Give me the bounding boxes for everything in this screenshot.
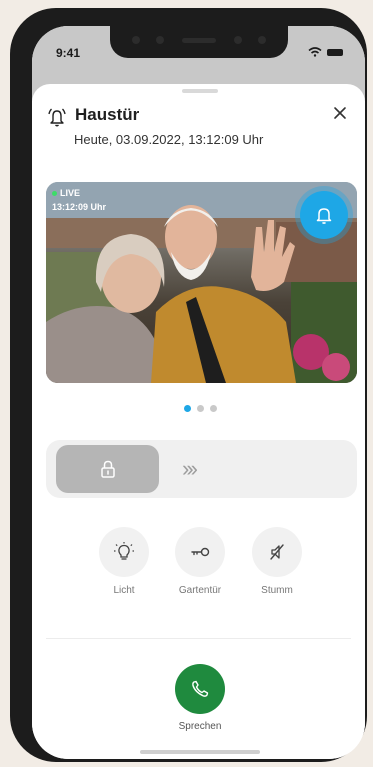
app-screen: 9:41 Haustür Heute, 03.09.2022, 13:12:09… [32, 26, 365, 759]
talk-label: Sprechen [178, 721, 222, 732]
pager-dot[interactable] [210, 405, 217, 412]
mute-label: Stumm [261, 585, 293, 596]
lightbulb-icon [114, 542, 134, 560]
wifi-icon [308, 47, 322, 57]
battery-icon [327, 48, 343, 56]
sensor-icon [132, 36, 140, 44]
garden-door-action[interactable]: Gartentür [165, 527, 235, 596]
home-indicator[interactable] [140, 750, 260, 754]
light-label: Licht [113, 585, 135, 596]
bell-ringing-icon [48, 108, 66, 127]
pager-dot[interactable] [197, 405, 204, 412]
mute-action[interactable]: Stumm [242, 527, 312, 596]
video-feed[interactable]: LIVE 13:12:09 Uhr [46, 182, 357, 383]
speaker-grill [182, 38, 216, 43]
talk-button[interactable] [175, 664, 225, 714]
slide-arrows-icon: ››› [182, 456, 198, 481]
key-icon [191, 547, 210, 557]
camera-notch [110, 26, 288, 58]
status-time: 9:41 [56, 46, 81, 60]
live-dot-icon [52, 190, 57, 196]
mute-button[interactable] [252, 527, 302, 577]
notification-timestamp: Heute, 03.09.2022, 13:12:09 Uhr [74, 132, 264, 147]
live-indicator: LIVE [52, 188, 80, 198]
light-action[interactable]: Licht [89, 527, 159, 596]
garden-door-label: Gartentür [178, 585, 222, 596]
close-icon[interactable] [331, 104, 349, 122]
camera-icon [234, 36, 242, 44]
video-time-overlay: 13:12:09 Uhr [52, 202, 107, 212]
sheet-grabber[interactable] [182, 89, 218, 93]
video-pager[interactable] [184, 405, 217, 412]
talk-action[interactable]: Sprechen [170, 664, 230, 732]
sensor-icon [258, 36, 266, 44]
status-icons [308, 47, 343, 57]
lock-icon [100, 460, 115, 478]
bell-icon [316, 208, 332, 224]
notification-title: Haustür [75, 105, 140, 124]
unlock-slider[interactable]: ››› [46, 440, 357, 498]
phone-icon [192, 680, 209, 697]
garden-door-button[interactable] [175, 527, 225, 577]
ring-bell-button[interactable] [300, 191, 348, 239]
notification-sheet: Haustür Heute, 03.09.2022, 13:12:09 Uhr [32, 84, 365, 759]
unlock-slider-handle[interactable] [56, 445, 159, 493]
sensor-icon [156, 36, 164, 44]
live-label: LIVE [60, 188, 81, 198]
light-button[interactable] [99, 527, 149, 577]
phone-frame: 9:41 Haustür Heute, 03.09.2022, 13:12:09… [10, 8, 367, 762]
pager-dot[interactable] [184, 405, 191, 412]
mute-icon [270, 544, 284, 560]
divider [46, 638, 351, 639]
